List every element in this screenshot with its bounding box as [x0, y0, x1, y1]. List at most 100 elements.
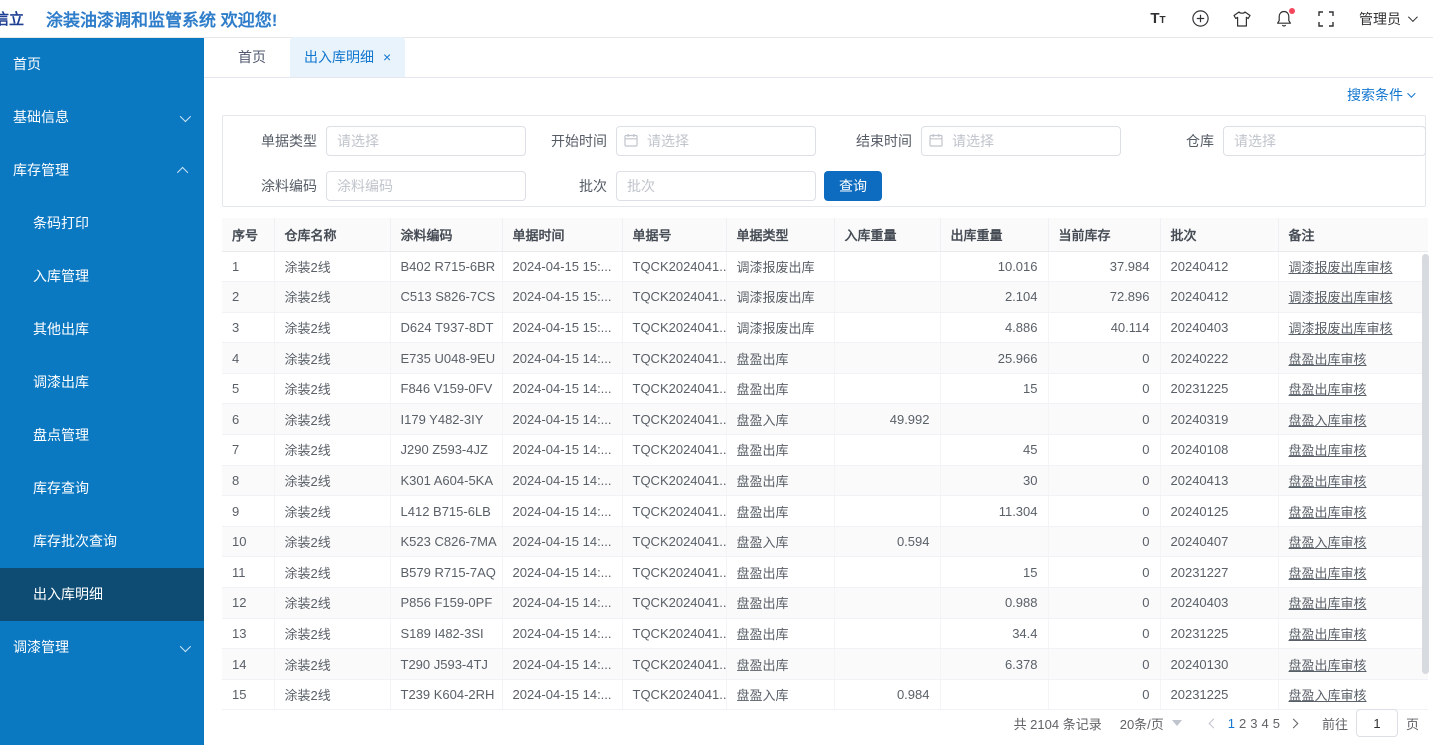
page-number-5[interactable]: 5	[1271, 716, 1282, 731]
sidebar-item-stocktake-management[interactable]: 盘点管理	[0, 409, 204, 462]
table-cell: 涂装2线	[274, 526, 390, 557]
table-row[interactable]: 15涂装2线T239 K604-2RH2024-04-15 14:...TQCK…	[222, 679, 1428, 710]
next-page-button[interactable]	[1282, 720, 1306, 727]
warehouse-input[interactable]	[1223, 126, 1426, 156]
column-header[interactable]: 单据时间	[502, 218, 622, 251]
column-header[interactable]: 单据号	[622, 218, 726, 251]
remark-link[interactable]: 盘盈入库审核	[1278, 404, 1428, 435]
page-size-select[interactable]: 20条/页	[1120, 714, 1182, 733]
user-menu[interactable]: 管理员	[1359, 9, 1415, 29]
table-row[interactable]: 1涂装2线B402 R715-6BR2024-04-15 15:...TQCK2…	[222, 251, 1428, 282]
query-button[interactable]: 查询	[824, 171, 882, 201]
table-cell: 49.992	[834, 404, 940, 435]
table-cell: 20240125	[1160, 496, 1278, 527]
prev-page-button[interactable]	[1202, 720, 1226, 727]
table-row[interactable]: 3涂装2线D624 T937-8DT2024-04-15 15:...TQCK2…	[222, 312, 1428, 343]
fullscreen-icon[interactable]	[1317, 10, 1335, 28]
column-header[interactable]: 涂料编码	[390, 218, 502, 251]
search-conditions-toggle[interactable]: 搜索条件	[1347, 85, 1413, 105]
page-number-2[interactable]: 2	[1237, 716, 1248, 731]
table-cell: 涂装2线	[274, 404, 390, 435]
table-cell: K301 A604-5KA	[390, 465, 502, 496]
remark-link[interactable]: 盘盈出库审核	[1278, 373, 1428, 404]
sidebar-item-paint-outbound[interactable]: 调漆出库	[0, 356, 204, 409]
sidebar-item-paint-blend-management[interactable]: 调漆管理	[0, 621, 204, 674]
sidebar-item-label: 入库管理	[33, 250, 188, 303]
table-row[interactable]: 9涂装2线L412 B715-6LB2024-04-15 14:...TQCK2…	[222, 496, 1428, 527]
batch-input[interactable]	[616, 171, 816, 201]
circle-plus-icon[interactable]	[1191, 10, 1209, 28]
sidebar-item-other-outbound[interactable]: 其他出库	[0, 303, 204, 356]
column-header[interactable]: 入库重量	[834, 218, 940, 251]
table-cell: 72.896	[1048, 282, 1160, 313]
close-icon[interactable]: ×	[383, 50, 391, 64]
sidebar-item-inout-detail[interactable]: 出入库明细	[0, 568, 204, 621]
field-label-end-time: 结束时间	[841, 131, 921, 151]
table-row[interactable]: 2涂装2线C513 S826-7CS2024-04-15 15:...TQCK2…	[222, 282, 1428, 313]
table-row[interactable]: 10涂装2线K523 C826-7MA2024-04-15 14:...TQCK…	[222, 526, 1428, 557]
remark-link[interactable]: 盘盈出库审核	[1278, 496, 1428, 527]
font-size-icon[interactable]: TT	[1149, 10, 1167, 28]
table-row[interactable]: 4涂装2线E735 U048-9EU2024-04-15 14:...TQCK2…	[222, 343, 1428, 374]
column-header[interactable]: 序号	[222, 218, 274, 251]
table-cell	[940, 526, 1048, 557]
remark-link[interactable]: 调漆报废出库审核	[1278, 251, 1428, 282]
table-row[interactable]: 11涂装2线B579 R715-7AQ2024-04-15 14:...TQCK…	[222, 557, 1428, 588]
sidebar-item-basic-info[interactable]: 基础信息	[0, 91, 204, 144]
column-header[interactable]: 批次	[1160, 218, 1278, 251]
remark-link[interactable]: 调漆报废出库审核	[1278, 282, 1428, 313]
sidebar-item-home[interactable]: 首页	[0, 38, 204, 91]
page-number-4[interactable]: 4	[1260, 716, 1271, 731]
column-header[interactable]: 单据类型	[726, 218, 834, 251]
column-header[interactable]: 出库重量	[940, 218, 1048, 251]
tab-inout-detail[interactable]: 出入库明细×	[290, 37, 405, 77]
remark-link[interactable]: 盘盈出库审核	[1278, 618, 1428, 649]
column-header[interactable]: 备注	[1278, 218, 1428, 251]
tab-home[interactable]: 首页	[228, 37, 276, 77]
table-row[interactable]: 12涂装2线P856 F159-0PF2024-04-15 14:...TQCK…	[222, 588, 1428, 619]
table-cell	[940, 404, 1048, 435]
table-cell: 涂装2线	[274, 465, 390, 496]
page-number-1[interactable]: 1	[1226, 716, 1237, 731]
remark-link[interactable]: 盘盈出库审核	[1278, 588, 1428, 619]
column-header[interactable]: 当前库存	[1048, 218, 1160, 251]
doc-type-input[interactable]	[326, 126, 526, 156]
remark-link[interactable]: 盘盈出库审核	[1278, 465, 1428, 496]
table-cell: 10.016	[940, 251, 1048, 282]
table-row[interactable]: 7涂装2线J290 Z593-4JZ2024-04-15 14:...TQCK2…	[222, 435, 1428, 466]
table-row[interactable]: 14涂装2线T290 J593-4TJ2024-04-15 14:...TQCK…	[222, 649, 1428, 680]
bell-icon[interactable]	[1275, 10, 1293, 28]
table-cell: 2.104	[940, 282, 1048, 313]
end-time-input[interactable]	[921, 126, 1121, 156]
remark-link[interactable]: 盘盈入库审核	[1278, 526, 1428, 557]
sidebar-item-stock-query[interactable]: 库存查询	[0, 462, 204, 515]
column-header[interactable]: 仓库名称	[274, 218, 390, 251]
table-cell: 涂装2线	[274, 251, 390, 282]
remark-link[interactable]: 调漆报废出库审核	[1278, 312, 1428, 343]
table-row[interactable]: 6涂装2线I179 Y482-3IY2024-04-15 14:...TQCK2…	[222, 404, 1428, 435]
sidebar-item-stock-batch-query[interactable]: 库存批次查询	[0, 515, 204, 568]
theme-shirt-icon[interactable]	[1233, 10, 1251, 28]
field-group-batch: 批次	[536, 171, 816, 201]
remark-link[interactable]: 盘盈出库审核	[1278, 343, 1428, 374]
remark-link[interactable]: 盘盈入库审核	[1278, 679, 1428, 710]
remark-link[interactable]: 盘盈出库审核	[1278, 435, 1428, 466]
chevron-right-icon	[1289, 718, 1299, 728]
top-header: 信立 涂装油漆调和监管系统 欢迎您! TT 管理员	[0, 0, 1433, 38]
table-cell: 20240108	[1160, 435, 1278, 466]
table-row[interactable]: 13涂装2线S189 I482-3SI2024-04-15 14:...TQCK…	[222, 618, 1428, 649]
sidebar-item-inventory-management[interactable]: 库存管理	[0, 144, 204, 197]
table-row[interactable]: 5涂装2线F846 V159-0FV2024-04-15 14:...TQCK2…	[222, 373, 1428, 404]
table-cell: 2024-04-15 15:...	[502, 312, 622, 343]
page-number-3[interactable]: 3	[1248, 716, 1259, 731]
goto-page-input[interactable]	[1356, 709, 1398, 737]
remark-link[interactable]: 盘盈出库审核	[1278, 649, 1428, 680]
table-row[interactable]: 8涂装2线K301 A604-5KA2024-04-15 14:...TQCK2…	[222, 465, 1428, 496]
sidebar-item-inbound-management[interactable]: 入库管理	[0, 250, 204, 303]
paint-code-input[interactable]	[326, 171, 526, 201]
start-time-input[interactable]	[616, 126, 816, 156]
sidebar-item-barcode-print[interactable]: 条码打印	[0, 197, 204, 250]
remark-link[interactable]: 盘盈出库审核	[1278, 557, 1428, 588]
chevron-down-icon	[1407, 89, 1415, 97]
vertical-scrollbar[interactable]	[1422, 254, 1429, 674]
